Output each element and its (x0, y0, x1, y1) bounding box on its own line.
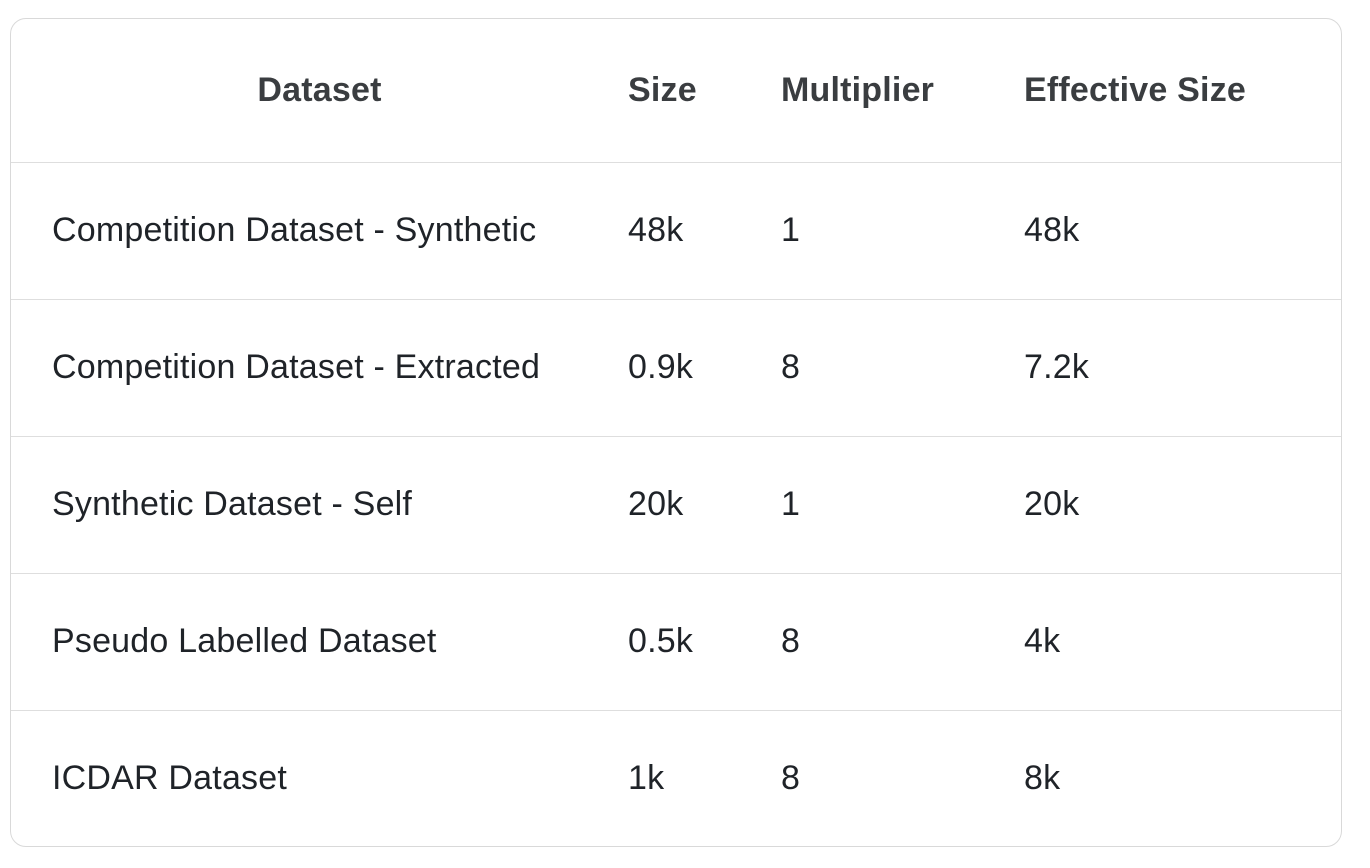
dataset-table-card: Dataset Size Multiplier Effective Size C… (10, 18, 1342, 847)
cell-dataset: Pseudo Labelled Dataset (11, 573, 628, 711)
cell-multiplier: 8 (781, 573, 1024, 711)
table-row: Competition Dataset - Synthetic 48k 1 48… (11, 162, 1341, 300)
cell-size: 48k (628, 162, 781, 300)
column-header-effective-size: Effective Size (1024, 19, 1341, 163)
table-row: Competition Dataset - Extracted 0.9k 8 7… (11, 299, 1341, 437)
table-row: ICDAR Dataset 1k 8 8k (11, 710, 1341, 846)
cell-multiplier: 1 (781, 162, 1024, 300)
column-header-multiplier: Multiplier (781, 19, 1024, 163)
table-row: Pseudo Labelled Dataset 0.5k 8 4k (11, 573, 1341, 711)
cell-size: 0.9k (628, 299, 781, 437)
column-header-size: Size (628, 19, 781, 163)
table-header: Dataset Size Multiplier Effective Size (11, 19, 1341, 163)
column-header-dataset: Dataset (11, 19, 628, 163)
cell-effective-size: 4k (1024, 573, 1341, 711)
cell-multiplier: 8 (781, 299, 1024, 437)
cell-size: 0.5k (628, 573, 781, 711)
cell-effective-size: 8k (1024, 759, 1061, 798)
cell-effective-size: 48k (1024, 162, 1341, 300)
cell-dataset: Competition Dataset - Extracted (11, 299, 628, 437)
cell-multiplier: 1 (781, 436, 1024, 574)
cell-effective-size: 7.2k (1024, 299, 1341, 437)
cell-size: 1k (628, 759, 665, 798)
cell-size: 20k (628, 436, 781, 574)
table-body: Competition Dataset - Synthetic 48k 1 48… (11, 162, 1341, 846)
header-row: Dataset Size Multiplier Effective Size (11, 19, 1341, 163)
cell-dataset: ICDAR Dataset (52, 759, 288, 798)
dataset-table: Dataset Size Multiplier Effective Size C… (11, 19, 1341, 846)
cell-dataset: Competition Dataset - Synthetic (11, 162, 628, 300)
cell-effective-size: 20k (1024, 436, 1341, 574)
cell-multiplier: 8 (781, 759, 801, 798)
cell-dataset: Synthetic Dataset - Self (11, 436, 628, 574)
table-row: Synthetic Dataset - Self 20k 1 20k (11, 436, 1341, 574)
